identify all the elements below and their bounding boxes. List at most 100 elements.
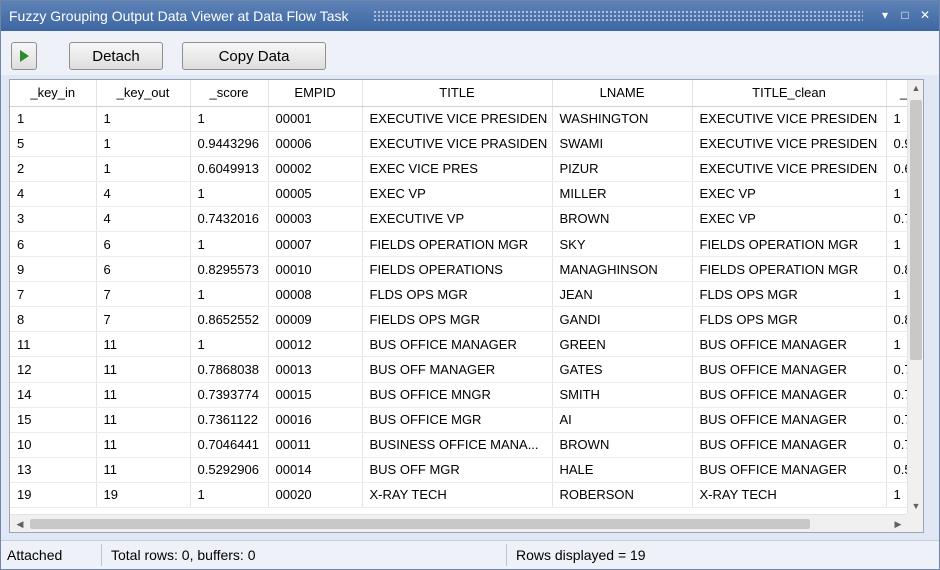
continue-button[interactable] (11, 42, 37, 70)
table-cell[interactable]: PIZUR (552, 156, 693, 182)
table-cell[interactable]: BUS OFFICE MANAGER (362, 331, 553, 358)
table-cell[interactable]: 0.9 (886, 131, 907, 157)
table-cell[interactable]: 1 (190, 331, 269, 358)
table-cell[interactable]: FLDS OPS MGR (692, 281, 887, 308)
table-cell[interactable]: 11 (96, 457, 191, 483)
table-cell[interactable]: BUS OFFICE MANAGER (692, 331, 887, 358)
table-cell[interactable]: 10 (10, 432, 97, 458)
table-row[interactable]: 5 1 0.9443296 00006 EXECUTIVE VICE PRASIDEN S… (10, 131, 907, 157)
vertical-scrollbar[interactable]: ▲ ▼ (907, 80, 923, 514)
table-cell[interactable]: 11 (96, 331, 191, 358)
table-cell[interactable]: 0.8 (886, 306, 907, 333)
table-cell[interactable]: 4 (96, 181, 191, 207)
table-cell[interactable]: 2 (10, 156, 97, 182)
table-cell[interactable]: FIELDS OPERATION MGR (362, 231, 553, 258)
table-cell[interactable]: AI (552, 407, 693, 433)
table-cell[interactable]: 00011 (268, 432, 363, 458)
table-cell[interactable]: 0.7 (886, 382, 907, 408)
table-cell[interactable]: 0.8295573 (190, 256, 269, 283)
table-cell[interactable]: WASHINGTON (552, 106, 693, 132)
table-cell[interactable]: 1 (886, 181, 907, 207)
table-cell[interactable]: 11 (96, 356, 191, 383)
table-cell[interactable]: BUS OFFICE MANAGER (692, 356, 887, 383)
table-cell[interactable]: BUS OFFICE MNGR (362, 382, 553, 408)
table-cell[interactable]: 00014 (268, 457, 363, 483)
column-header[interactable]: LNAME (552, 80, 693, 107)
table-cell[interactable]: FLDS OPS MGR (362, 281, 553, 308)
table-cell[interactable]: 1 (190, 106, 269, 132)
table-cell[interactable]: 6 (96, 256, 191, 283)
table-row[interactable]: 12 11 0.7868038 00013 BUS OFF MANAGER GATES BU… (10, 356, 907, 383)
table-cell[interactable]: 1 (886, 231, 907, 258)
table-row[interactable]: 7 7 1 00008 FLDS OPS MGR JEAN FLDS OPS MGR 1 (10, 281, 907, 308)
table-cell[interactable]: 1 (96, 156, 191, 182)
table-cell[interactable]: BUS OFF MANAGER (362, 356, 553, 383)
table-cell[interactable]: EXEC VICE PRES (362, 156, 553, 182)
table-cell[interactable]: 00010 (268, 256, 363, 283)
table-row[interactable]: 11 11 1 00012 BUS OFFICE MANAGER GREEN BUS OFF… (10, 331, 907, 358)
table-cell[interactable]: GATES (552, 356, 693, 383)
table-cell[interactable]: 1 (190, 281, 269, 308)
table-cell[interactable]: 6 (96, 231, 191, 258)
table-cell[interactable]: SWAMI (552, 131, 693, 157)
table-cell[interactable]: 00015 (268, 382, 363, 408)
table-cell[interactable]: HALE (552, 457, 693, 483)
table-cell[interactable]: 19 (96, 482, 191, 509)
table-cell[interactable]: 0.7 (886, 206, 907, 232)
table-cell[interactable]: BUS OFFICE MGR (362, 407, 553, 433)
table-cell[interactable]: EXEC VP (362, 181, 553, 207)
table-cell[interactable]: EXECUTIVE VP (362, 206, 553, 232)
table-row[interactable]: 3 4 0.7432016 00003 EXECUTIVE VP BROWN EXEC VP… (10, 206, 907, 232)
table-cell[interactable]: 1 (190, 482, 269, 509)
table-cell[interactable]: 7 (10, 281, 97, 308)
table-cell[interactable]: 14 (10, 382, 97, 408)
table-cell[interactable]: EXECUTIVE VICE PRESIDEN (692, 131, 887, 157)
data-grid[interactable]: _key_in _key_out _score EMPID TITLE LNAME TITL… (9, 79, 924, 533)
table-cell[interactable]: 00003 (268, 206, 363, 232)
table-cell[interactable]: EXECUTIVE VICE PRASIDEN (362, 131, 553, 157)
table-cell[interactable]: 0.8652552 (190, 306, 269, 333)
scroll-up-arrow-icon[interactable]: ▲ (908, 80, 923, 96)
table-cell[interactable]: EXEC VP (692, 181, 887, 207)
title-bar[interactable]: Fuzzy Grouping Output Data Viewer at Dat… (1, 1, 939, 31)
table-cell[interactable]: FLDS OPS MGR (692, 306, 887, 333)
table-cell[interactable]: 0.6 (886, 156, 907, 182)
table-cell[interactable]: FIELDS OPERATION MGR (692, 231, 887, 258)
table-row[interactable]: 9 6 0.8295573 00010 FIELDS OPERATIONS MANAGHI… (10, 256, 907, 283)
table-cell[interactable]: SKY (552, 231, 693, 258)
close-icon[interactable]: ✕ (917, 7, 933, 23)
table-cell[interactable]: 11 (96, 432, 191, 458)
table-cell[interactable]: 0.7432016 (190, 206, 269, 232)
table-row[interactable]: 14 11 0.7393774 00015 BUS OFFICE MNGR SMITH BU… (10, 382, 907, 408)
horizontal-scroll-thumb[interactable] (30, 519, 810, 529)
table-cell[interactable]: BUS OFFICE MANAGER (692, 432, 887, 458)
table-cell[interactable]: 0.5 (886, 457, 907, 483)
table-row[interactable]: 13 11 0.5292906 00014 BUS OFF MGR HALE BUS OFF… (10, 457, 907, 483)
table-cell[interactable]: 00005 (268, 181, 363, 207)
table-cell[interactable]: 00012 (268, 331, 363, 358)
table-cell[interactable]: MANAGHINSON (552, 256, 693, 283)
table-cell[interactable]: ROBERSON (552, 482, 693, 509)
table-cell[interactable]: X-RAY TECH (692, 482, 887, 509)
table-cell[interactable]: 1 (886, 106, 907, 132)
column-header[interactable]: TITLE_clean (692, 80, 887, 107)
copy-data-button[interactable]: Copy Data (182, 42, 326, 70)
table-cell[interactable]: 0.7361122 (190, 407, 269, 433)
table-cell[interactable]: 1 (190, 181, 269, 207)
table-cell[interactable]: EXECUTIVE VICE PRESIDEN (692, 106, 887, 132)
table-cell[interactable]: 0.7393774 (190, 382, 269, 408)
table-cell[interactable]: 00016 (268, 407, 363, 433)
table-cell[interactable]: 1 (190, 231, 269, 258)
scroll-left-arrow-icon[interactable]: ◀ (12, 515, 28, 532)
table-cell[interactable]: 00007 (268, 231, 363, 258)
table-cell[interactable]: 0.7 (886, 407, 907, 433)
table-cell[interactable]: 0.6049913 (190, 156, 269, 182)
table-cell[interactable]: 5 (10, 131, 97, 157)
detach-button[interactable]: Detach (69, 42, 163, 70)
table-row[interactable]: 6 6 1 00007 FIELDS OPERATION MGR SKY FIELDS OP… (10, 231, 907, 258)
table-cell[interactable]: 1 (10, 106, 97, 132)
table-cell[interactable]: 1 (96, 131, 191, 157)
table-cell[interactable]: 1 (886, 281, 907, 308)
table-cell[interactable]: 0.5292906 (190, 457, 269, 483)
table-cell[interactable]: MILLER (552, 181, 693, 207)
